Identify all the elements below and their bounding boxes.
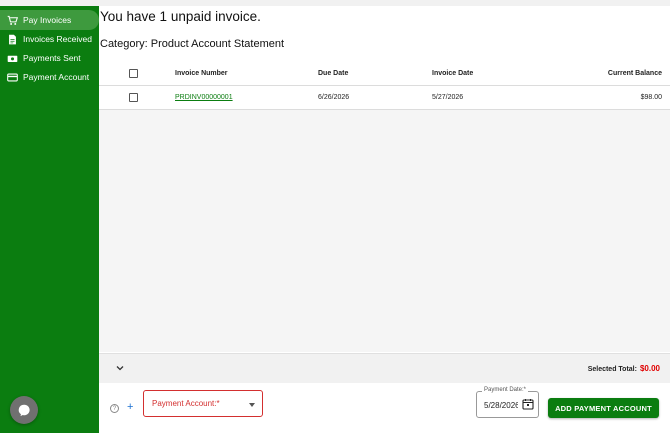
payment-account-select[interactable]: Payment Account:* (143, 390, 263, 417)
current-balance-cell: $98.00 (640, 94, 662, 101)
cart-icon (6, 14, 18, 26)
row-checkbox[interactable] (129, 93, 138, 102)
payment-account-label: Payment Account:* (152, 399, 220, 408)
credit-card-icon (6, 71, 18, 83)
invoice-number-link[interactable]: PRDINV00000001 (175, 86, 233, 110)
sidebar-item-label: Invoices Received (23, 34, 92, 44)
add-account-icon[interactable]: + (127, 401, 133, 413)
table-header: Invoice Number Due Date Invoice Date Cur… (99, 62, 670, 86)
sidebar-item-label: Payments Sent (23, 53, 81, 63)
due-date-cell: 6/26/2026 (318, 94, 350, 101)
invoice-table: Invoice Number Due Date Invoice Date Cur… (99, 62, 670, 352)
invoice-date-cell: 5/27/2026 (432, 94, 464, 101)
document-icon (6, 33, 18, 45)
sidebar-item-payment-account[interactable]: Payment Account (0, 67, 99, 87)
help-icon[interactable]: ? (110, 404, 119, 413)
chat-button[interactable] (10, 396, 38, 424)
sidebar-item-invoices-received[interactable]: Invoices Received (0, 29, 99, 49)
calendar-icon[interactable] (522, 398, 534, 410)
selected-total-label: Selected Total: (587, 366, 637, 373)
sidebar-item-label: Pay Invoices (23, 15, 72, 25)
add-payment-account-button[interactable]: ADD PAYMENT ACCOUNT (548, 398, 659, 418)
sidebar-item-label: Payment Account (23, 72, 90, 82)
sidebar: Pay Invoices Invoices Received Payments … (0, 6, 99, 433)
money-icon (6, 52, 18, 64)
chat-bubble-icon (18, 404, 30, 417)
column-header-current-balance[interactable]: Current Balance (608, 62, 662, 86)
sidebar-item-pay-invoices[interactable]: Pay Invoices (0, 10, 99, 30)
selected-total-value: $0.00 (639, 364, 660, 373)
category-heading: Category: Product Account Statement (100, 38, 285, 50)
payment-date-value[interactable]: 5/28/2026 (484, 401, 518, 410)
column-header-due-date[interactable]: Due Date (318, 62, 348, 86)
main-content: You have 1 unpaid invoice. Category: Pro… (99, 6, 670, 433)
select-all-checkbox[interactable] (129, 69, 138, 78)
column-header-invoice-date[interactable]: Invoice Date (432, 62, 473, 86)
table-row: PRDINV00000001 6/26/2026 5/27/2026 $98.0… (99, 86, 670, 110)
payment-panel: ? + Payment Account:* Payment Date:* 5/2… (99, 383, 670, 433)
payment-date-field[interactable]: Payment Date:* 5/28/2026 (476, 387, 539, 418)
page-title: You have 1 unpaid invoice. (100, 9, 261, 24)
selected-total: Selected Total: $0.00 (588, 364, 660, 373)
chevron-down-icon[interactable] (115, 363, 125, 373)
sidebar-item-payments-sent[interactable]: Payments Sent (0, 48, 99, 68)
dropdown-arrow-icon (249, 403, 255, 407)
payment-date-label: Payment Date:* (482, 387, 529, 393)
column-header-invoice-number[interactable]: Invoice Number (175, 62, 228, 86)
payment-panel-header: Selected Total: $0.00 (99, 353, 670, 383)
